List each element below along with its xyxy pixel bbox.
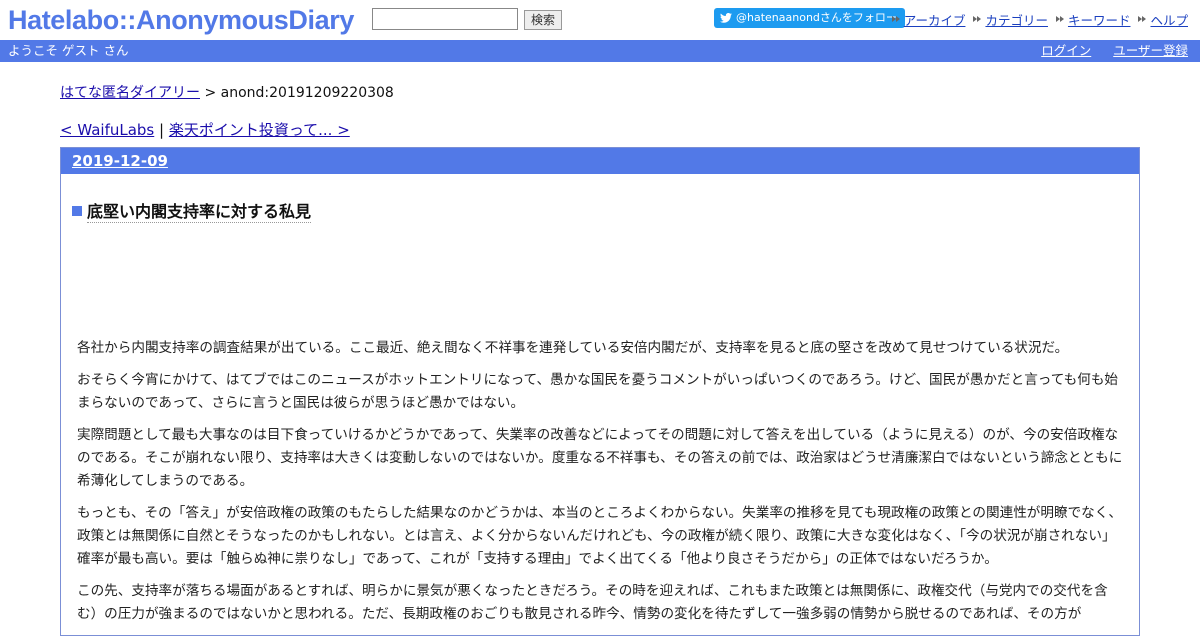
entry-paragraph: 各社から内閣支持率の調査結果が出ている。ここ最近、絶え間なく不祥事を連発している… bbox=[77, 340, 1069, 356]
nav-keyword-link[interactable]: キーワード bbox=[1055, 10, 1130, 29]
entry-paragraph: この先、支持率が落ちる場面があるとすれば、明らかに景気が悪くなったときだろう。そ… bbox=[77, 583, 1108, 622]
search-input[interactable] bbox=[372, 8, 518, 30]
login-link[interactable]: ログイン bbox=[1041, 40, 1091, 62]
double-chevron-icon bbox=[973, 15, 982, 24]
double-chevron-icon bbox=[1138, 15, 1147, 24]
register-link[interactable]: ユーザー登録 bbox=[1113, 40, 1188, 62]
entry-date-link[interactable]: 2019-12-09 bbox=[72, 152, 168, 170]
header-nav: アーカイブ カテゴリー キーワード ヘルプ bbox=[891, 10, 1188, 29]
square-bullet-icon[interactable] bbox=[72, 205, 82, 216]
twitter-follow-button[interactable]: @hatenaanondさんをフォロー bbox=[714, 8, 905, 28]
twitter-follow-label: @hatenaanondさんをフォロー bbox=[736, 11, 897, 24]
nav-help-link[interactable]: ヘルプ bbox=[1138, 10, 1188, 29]
twitter-bird-icon bbox=[720, 13, 732, 23]
entry-title-text[interactable]: 底堅い内閣支持率に対する私見 bbox=[87, 198, 312, 223]
day-section: 2019-12-09 底堅い内閣支持率に対する私見 各社から内閣支持率の調査結果… bbox=[60, 147, 1140, 636]
top-header: Hatelabo::AnonymousDiary 検索 @hatenaanond… bbox=[0, 0, 1200, 40]
next-entry-link[interactable]: 楽天ポイント投資って... > bbox=[169, 121, 350, 139]
entry-body: 各社から内閣支持率の調査結果が出ている。ここ最近、絶え間なく不祥事を連発している… bbox=[61, 337, 1139, 626]
entry-paragraph: もっとも、その「答え」が安倍政権の政策のもたらした結果なのかどうかは、本当のとこ… bbox=[77, 505, 1122, 567]
breadcrumb-current: anond:20191209220308 bbox=[220, 85, 394, 101]
day-header: 2019-12-09 bbox=[61, 148, 1139, 174]
ad-space bbox=[61, 223, 1139, 337]
main-content: はてな匿名ダイアリー > anond:20191209220308 < Waif… bbox=[0, 83, 1200, 636]
breadcrumb-separator: > bbox=[204, 85, 217, 101]
entry-pager: < WaifuLabs | 楽天ポイント投資って... > bbox=[60, 119, 1140, 141]
double-chevron-icon bbox=[1055, 15, 1065, 24]
entry-paragraph: 実際問題として最も大事なのは目下食っていけるかどうかであって、失業率の改善などに… bbox=[77, 427, 1123, 489]
entry-paragraph: おそらく今宵にかけて、はてブではこのニュースがホットエントリになって、愚かな国民… bbox=[77, 372, 1119, 411]
nav-archive-link[interactable]: アーカイブ bbox=[891, 10, 965, 29]
user-bar: ようこそ ゲスト さん ログイン ユーザー登録 bbox=[0, 40, 1200, 62]
pager-separator: | bbox=[159, 121, 165, 139]
search-button[interactable]: 検索 bbox=[524, 10, 563, 30]
double-chevron-icon bbox=[891, 15, 901, 24]
site-logo[interactable]: Hatelabo::AnonymousDiary bbox=[8, 4, 354, 36]
welcome-text: ようこそ ゲスト さん bbox=[8, 43, 129, 58]
breadcrumb-home-link[interactable]: はてな匿名ダイアリー bbox=[60, 85, 200, 101]
nav-category-link[interactable]: カテゴリー bbox=[973, 10, 1048, 29]
breadcrumb: はてな匿名ダイアリー > anond:20191209220308 bbox=[60, 83, 1140, 103]
entry-title: 底堅い内閣支持率に対する私見 bbox=[72, 198, 1139, 223]
prev-entry-link[interactable]: < WaifuLabs bbox=[60, 121, 154, 139]
